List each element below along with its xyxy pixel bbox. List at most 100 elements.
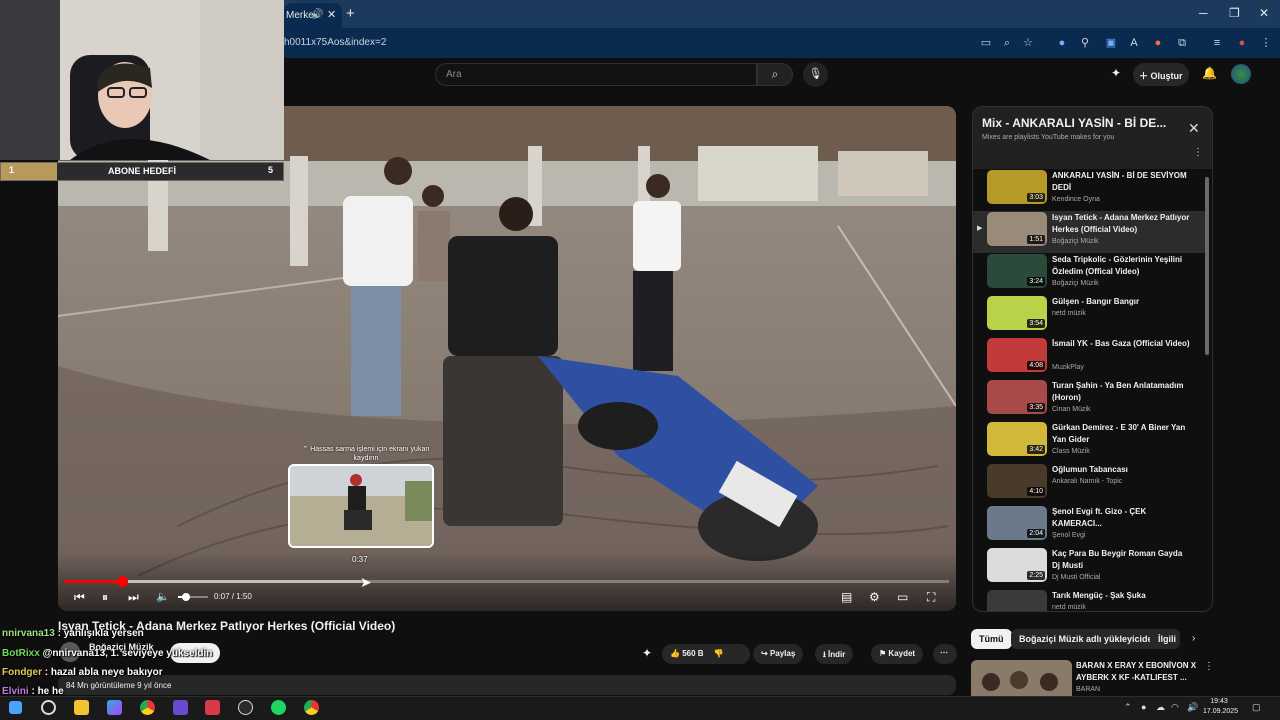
volume-knob[interactable] [181, 593, 190, 601]
gamepad-icon[interactable]: ✦ [1111, 66, 1121, 80]
playlist-thumbnail[interactable]: 4:10 [987, 464, 1047, 498]
puzzle-icon[interactable]: ⧉ [1175, 36, 1189, 50]
playlist-thumbnail[interactable]: 2:04 [987, 506, 1047, 540]
save-button[interactable]: ⚑ Kaydet [871, 644, 924, 664]
profile-icon[interactable]: ● [1235, 36, 1249, 50]
notifications-bell-icon[interactable]: 🔔 [1202, 66, 1217, 80]
playlist-item[interactable]: 2:04 Şenol Evgi ft. Gizo - ÇEK KAMERACI..… [973, 505, 1205, 547]
copilot-icon[interactable] [107, 700, 122, 715]
translate-icon[interactable]: A [1127, 36, 1141, 50]
playlist-item-title[interactable]: Turan Şahin - Ya Ben Anlatamadım (Horon) [1052, 380, 1192, 404]
close-icon[interactable]: ✕ [1188, 120, 1200, 137]
like-button[interactable]: 👍 560 B 👎 [662, 644, 750, 664]
tab-search-icon[interactable]: ≡ [1210, 36, 1224, 50]
browser-tab[interactable]: Merkez 🔊 ✕ [284, 3, 342, 28]
download-button[interactable]: ⭳ İndir [815, 644, 854, 664]
playlist-item[interactable]: 5:21 Tarık Mengüç - Şak Şuka netd müzik [973, 589, 1205, 611]
previous-icon[interactable]: ⏮ [74, 590, 85, 605]
restore-icon[interactable]: ❐ [1229, 6, 1240, 20]
recommendation-title[interactable]: BARAN X ERAY X EBONİVON X AYBERK X KF -K… [1076, 660, 1201, 684]
zoom-icon[interactable]: ⌕ [1000, 36, 1014, 50]
volume-slider[interactable] [178, 593, 208, 601]
playlist-thumbnail[interactable]: 3:54 [987, 296, 1047, 330]
playlist-item[interactable]: 2:25 Kaç Para Bu Beygir Roman Gayda Dj Mu… [973, 547, 1205, 589]
wifi-icon[interactable]: ◠ [1171, 702, 1179, 713]
volume-icon[interactable]: 🔈 [156, 590, 170, 603]
playlist-item[interactable]: 4:08 İsmail YK - Bas Gaza (Official Video… [973, 337, 1205, 379]
playlist-item-title[interactable]: Gürkan Demirez - E 30' A Biner Yan Yan G… [1052, 422, 1192, 446]
more-options-icon[interactable]: ⋮ [1193, 147, 1203, 158]
extension-icon[interactable]: ▣ [1104, 36, 1118, 50]
playlist-thumbnail[interactable]: 1:51 [987, 212, 1047, 246]
playlist-item[interactable]: 3:03 ANKARALI YASİN - Bİ DE SEVİYOM DEDİ K… [973, 169, 1205, 211]
speaker-icon[interactable]: 🔊 [311, 9, 323, 20]
create-button[interactable]: ＋ Oluştur [1133, 63, 1189, 86]
video-player[interactable] [58, 106, 956, 611]
playlist-thumbnail[interactable]: 4:08 [987, 338, 1047, 372]
avatar[interactable] [1231, 64, 1251, 84]
new-tab-button[interactable]: + [346, 5, 355, 22]
scrollbar[interactable] [1205, 177, 1209, 355]
share-button[interactable]: ↪ Paylaş [753, 644, 804, 664]
close-window-icon[interactable]: ✕ [1259, 6, 1269, 20]
search-input[interactable]: Ara [435, 63, 757, 86]
more-options-icon[interactable]: ⋮ [1204, 661, 1214, 672]
progress-bar[interactable] [64, 576, 949, 587]
playlist-item[interactable]: 3:54 Gülşen - Bangır Bangır netd müzik [973, 295, 1205, 337]
x-app-icon[interactable] [205, 700, 220, 715]
playlist-thumbnail[interactable]: 2:25 [987, 548, 1047, 582]
cast-icon[interactable]: ▭ [979, 36, 993, 50]
fullscreen-icon[interactable]: ⛶ [927, 590, 935, 605]
obs-icon[interactable] [238, 700, 253, 715]
speaker-icon[interactable]: 🔊 [1187, 702, 1198, 713]
theater-mode-icon[interactable]: ▭ [897, 590, 908, 604]
ai-sparkle-icon[interactable]: ✦ [642, 646, 652, 660]
playlist-item-title[interactable]: İsmail YK - Bas Gaza (Official Video) [1052, 338, 1192, 350]
dislike-icon[interactable]: 👎 [714, 649, 724, 658]
settings-gear-icon[interactable]: ⚙ [869, 590, 880, 604]
taskbar-clock[interactable]: 19:43 17.09.2025 [1203, 697, 1238, 717]
playlist-item-title[interactable]: Isyan Tetick - Adana Merkez Patlıyor Her… [1052, 212, 1192, 236]
menu-dots-icon[interactable]: ⋮ [1259, 36, 1273, 50]
playlist-item-title[interactable]: Gülşen - Bangır Bangır [1052, 296, 1192, 308]
description-box[interactable] [58, 675, 956, 695]
extension-icon[interactable]: ● [1055, 36, 1069, 50]
pause-icon[interactable]: ⏸ [102, 590, 108, 605]
tray-app-icon[interactable]: ● [1141, 702, 1146, 712]
recommendation-thumbnail[interactable] [971, 660, 1072, 700]
playlist-item-title[interactable]: Seda Tripkolic - Gözlerinin Yeşilini Özl… [1052, 254, 1192, 278]
scrubber-handle[interactable] [116, 576, 128, 587]
playlist-thumbnail[interactable]: 3:24 [987, 254, 1047, 288]
close-tab-icon[interactable]: ✕ [327, 8, 336, 21]
chevron-up-icon[interactable]: ⌃ [1124, 702, 1132, 713]
search-button[interactable]: ⌕ [757, 63, 793, 86]
playlist-thumbnail[interactable]: 5:21 [987, 590, 1047, 611]
playlist-item-title[interactable]: Oğlumun Tabancası [1052, 464, 1192, 476]
chevron-right-icon[interactable]: › [1192, 633, 1195, 644]
chip-uploader[interactable]: Boğaziçi Müzik adlı yükleyiciden [1011, 629, 1167, 649]
playlist-item-title[interactable]: Şenol Evgi ft. Gizo - ÇEK KAMERACI... [1052, 506, 1192, 530]
file-explorer-icon[interactable] [74, 700, 89, 715]
extension-icon[interactable]: ● [1151, 36, 1165, 50]
playlist-item[interactable]: 4:10 Oğlumun Tabancası Ankaralı Namık - To… [973, 463, 1205, 505]
windows-start-icon[interactable] [9, 701, 22, 714]
voice-search-button[interactable]: 🎙 [803, 62, 828, 87]
spotify-icon[interactable] [271, 700, 286, 715]
search-icon[interactable] [41, 700, 56, 715]
url-text[interactable]: h0011x75Aos&index=2 [284, 37, 386, 48]
more-actions-button[interactable]: ⋯ [933, 644, 957, 664]
next-icon[interactable]: ⏭ [128, 590, 139, 605]
minimize-icon[interactable]: ─ [1199, 6, 1208, 20]
chrome-icon[interactable] [140, 700, 155, 715]
playlist-item[interactable]: 3:42 Gürkan Demirez - E 30' A Biner Yan Y… [973, 421, 1205, 463]
extension-icon[interactable]: ⚲ [1078, 36, 1092, 50]
playlist-item[interactable]: 3:24 Seda Tripkolic - Gözlerinin Yeşilini… [973, 253, 1205, 295]
chip-related[interactable]: İlgili [1150, 629, 1180, 649]
playlist-thumbnail[interactable]: 3:35 [987, 380, 1047, 414]
playlist-item[interactable]: ▶ 1:51 Isyan Tetick - Adana Merkez Patlıyo… [973, 211, 1205, 253]
playlist-thumbnail[interactable]: 3:03 [987, 170, 1047, 204]
subtitles-icon[interactable]: ▤ [841, 590, 852, 604]
discord-icon[interactable] [173, 700, 188, 715]
playlist-thumbnail[interactable]: 3:42 [987, 422, 1047, 456]
network-icon[interactable]: ☁ [1156, 702, 1165, 713]
